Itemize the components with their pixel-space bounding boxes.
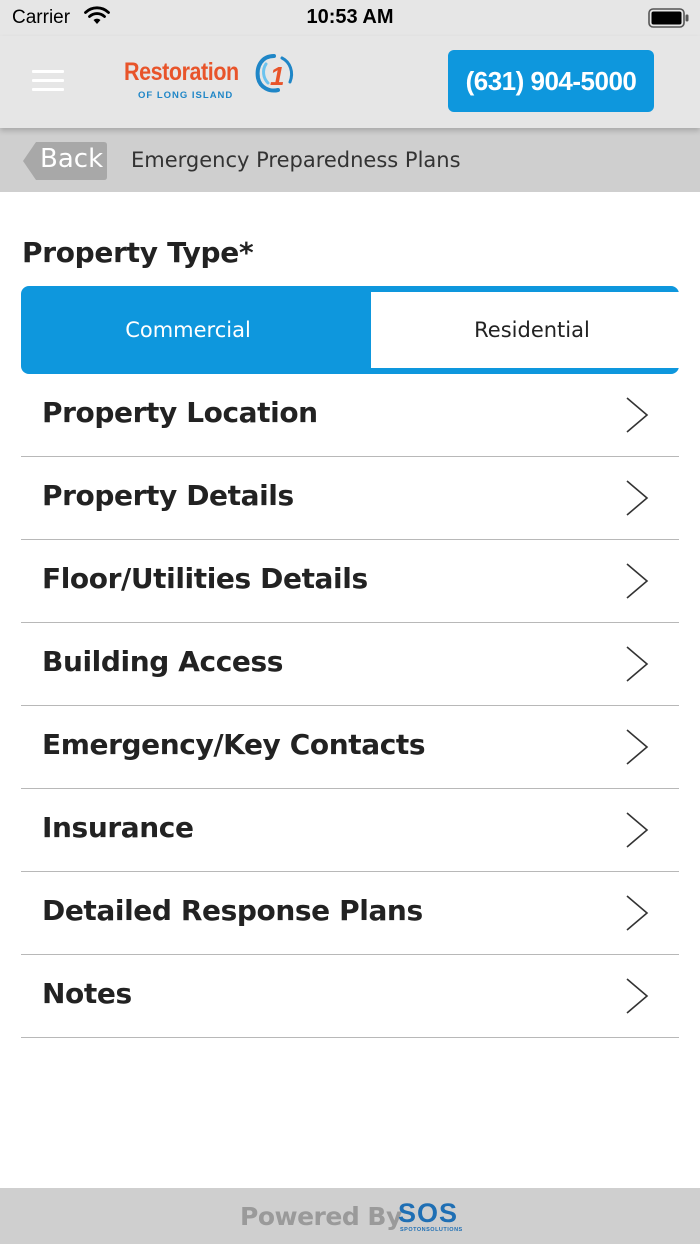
logo-swirl-icon: 1 [252, 52, 296, 100]
list-item-property-details[interactable]: Property Details [21, 457, 679, 540]
chevron-right-icon [626, 812, 649, 848]
chevron-right-icon [626, 895, 649, 931]
segment-residential[interactable]: Residential [371, 292, 693, 368]
logo-subtitle: OF LONG ISLAND [138, 90, 234, 101]
segment-commercial[interactable]: Commercial [27, 292, 349, 368]
chevron-right-icon [626, 480, 649, 516]
back-button[interactable]: Back [22, 141, 108, 181]
chevron-right-icon [626, 397, 649, 433]
sos-logo: SOS SPOTONSOLUTIONS [398, 1198, 462, 1238]
list-item-label: Property Details [42, 479, 294, 512]
logo-number: 1 [270, 61, 284, 91]
list-item-floor-utilities-details[interactable]: Floor/Utilities Details [21, 540, 679, 623]
clock-time: 10:53 AM [306, 6, 394, 28]
battery-icon [648, 8, 690, 32]
logo-wordmark: Restoration [124, 58, 239, 86]
list-item-emergency-key-contacts[interactable]: Emergency/Key Contacts [21, 706, 679, 789]
call-phone-button[interactable]: (631) 904-5000 [448, 50, 654, 112]
powered-by-label: Powered By [240, 1202, 402, 1231]
list-item-label: Detailed Response Plans [42, 894, 423, 927]
list-item-property-location[interactable]: Property Location [21, 374, 679, 457]
list-item-notes[interactable]: Notes [21, 955, 679, 1038]
list-item-label: Building Access [42, 645, 284, 678]
app-header: Restoration OF LONG ISLAND 1 (631) 904-5… [0, 36, 700, 128]
chevron-right-icon [626, 978, 649, 1014]
chevron-right-icon [626, 729, 649, 765]
list-item-label: Floor/Utilities Details [42, 562, 368, 595]
list-item-label: Insurance [42, 811, 194, 844]
sos-logo-subtitle: SPOTONSOLUTIONS [400, 1227, 463, 1233]
list-item-detailed-response-plans[interactable]: Detailed Response Plans [21, 872, 679, 955]
status-bar: Carrier 10:53 AM [0, 0, 700, 36]
list-item-label: Emergency/Key Contacts [42, 728, 426, 761]
property-type-segmented-control: Commercial Residential [21, 286, 693, 374]
property-type-label: Property Type* [22, 236, 254, 269]
restoration1-logo: Restoration OF LONG ISLAND 1 [124, 50, 299, 106]
footer: Powered By SOS SPOTONSOLUTIONS [0, 1188, 700, 1244]
list-item-insurance[interactable]: Insurance [21, 789, 679, 872]
section-list: Property Location Property Details Floor… [21, 374, 679, 1038]
back-label: Back [40, 144, 104, 174]
chevron-right-icon [626, 563, 649, 599]
list-item-label: Property Location [42, 396, 318, 429]
list-item-label: Notes [42, 977, 132, 1010]
page-title: Emergency Preparedness Plans [131, 148, 461, 172]
chevron-right-icon [626, 646, 649, 682]
title-bar: Back Emergency Preparedness Plans [0, 128, 700, 192]
hamburger-menu-icon[interactable] [32, 70, 64, 94]
list-item-building-access[interactable]: Building Access [21, 623, 679, 706]
sos-logo-wordmark: SOS [398, 1198, 459, 1228]
